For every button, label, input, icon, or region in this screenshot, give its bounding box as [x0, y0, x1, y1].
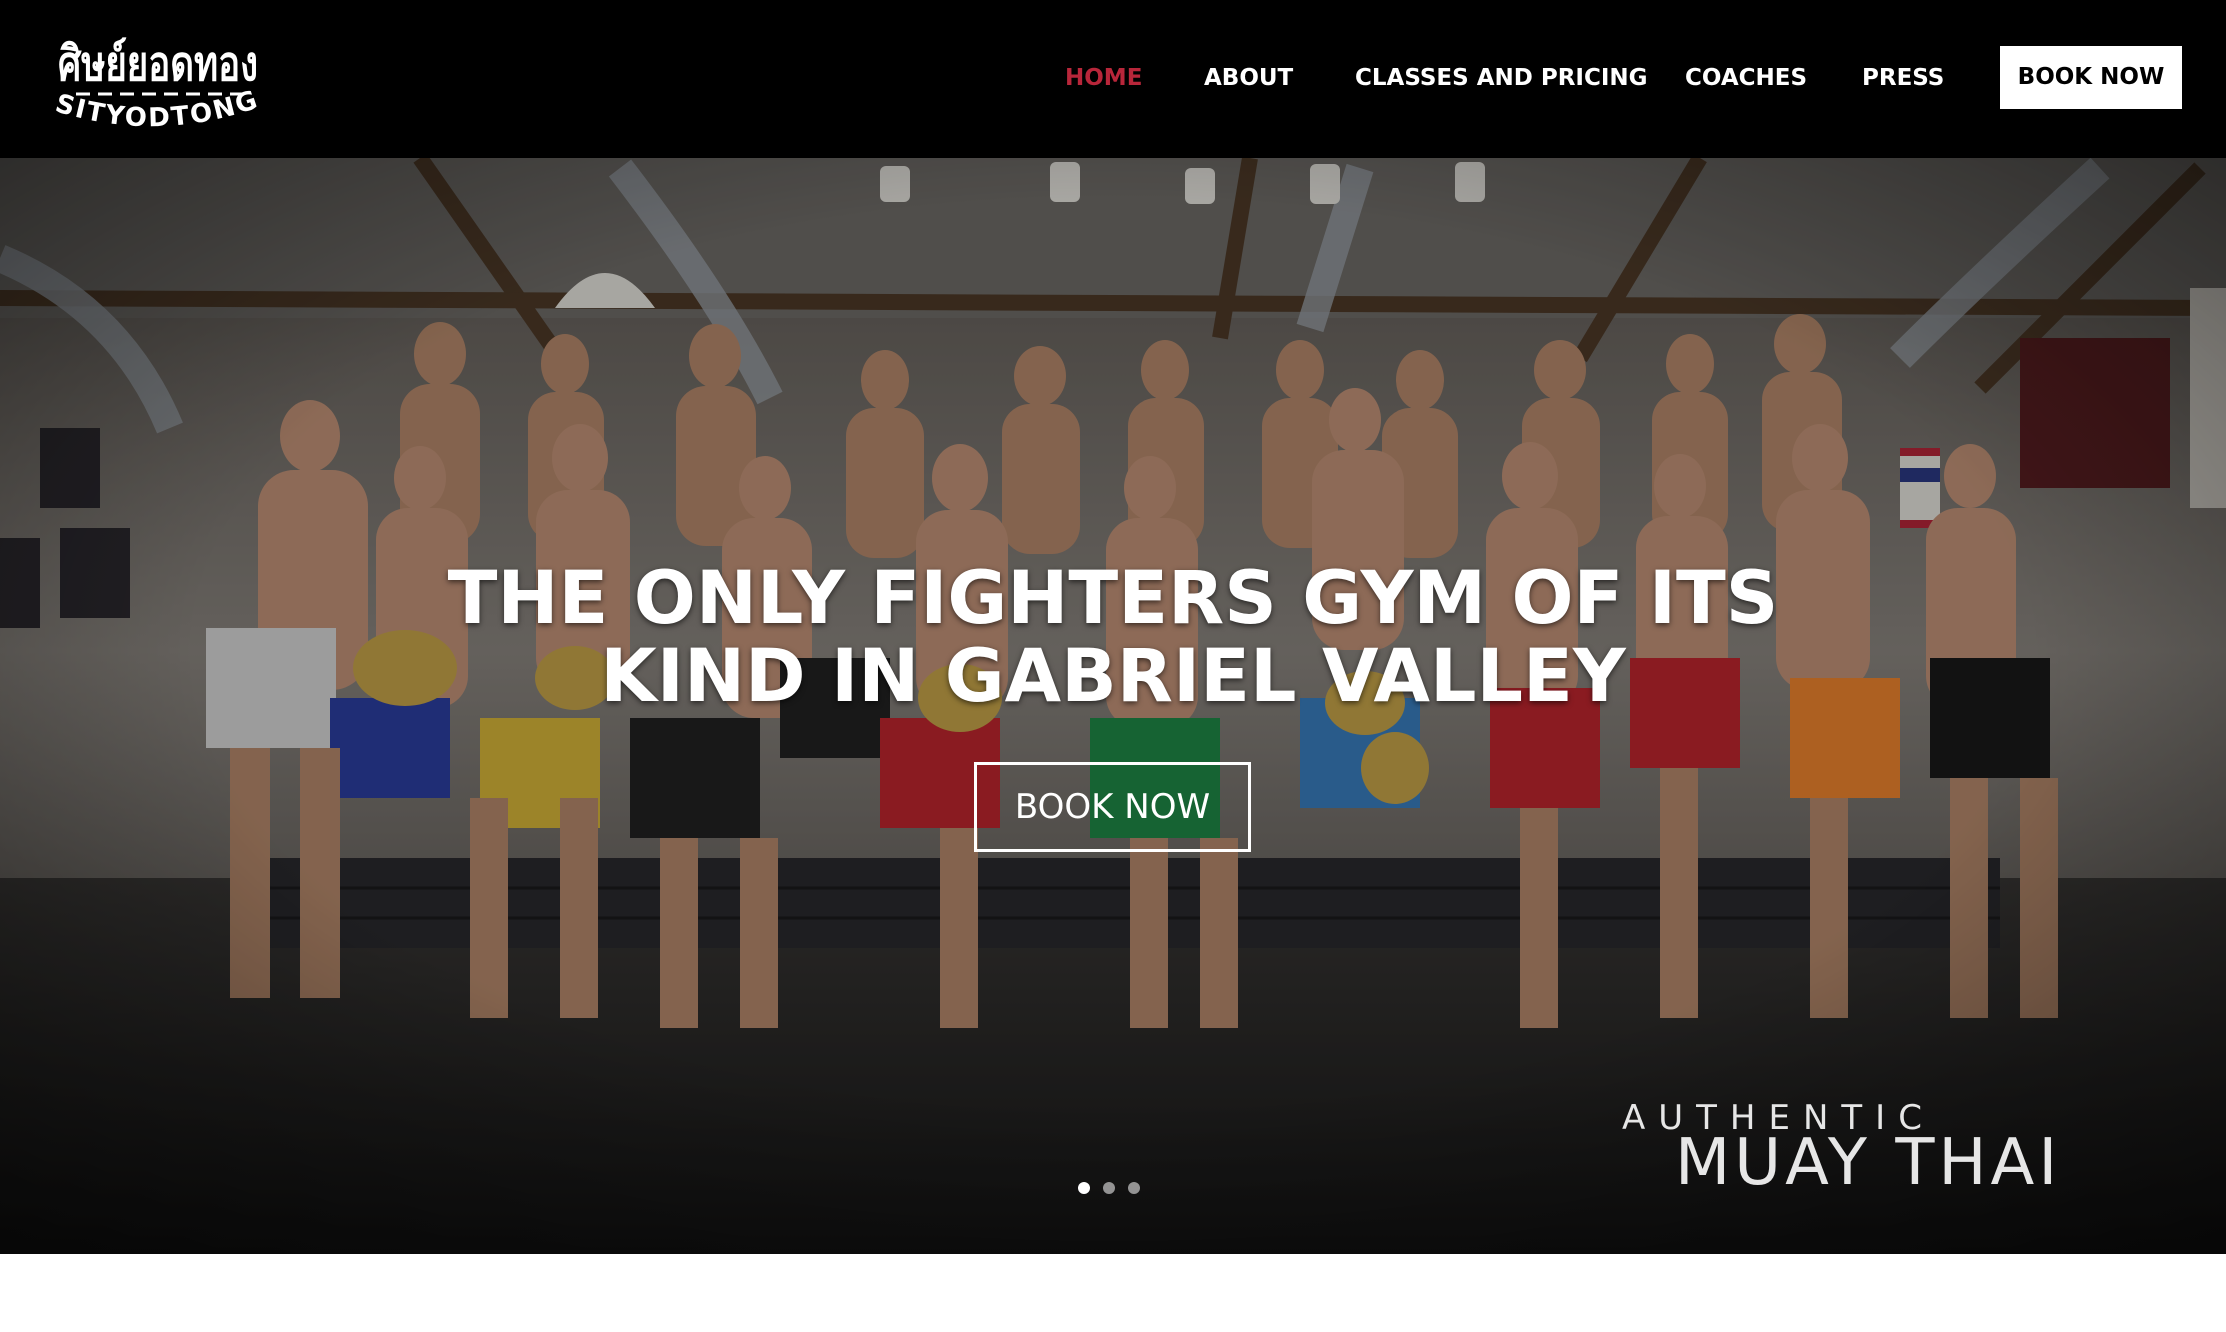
nav-classes-and-pricing[interactable]: CLASSES AND PRICING [1355, 60, 1648, 96]
slider-pagination [1078, 1182, 1148, 1196]
nav-home[interactable]: HOME [1065, 60, 1142, 96]
header-book-now-button[interactable]: BOOK NOW [2000, 46, 2182, 109]
main-nav: HOME ABOUT CLASSES AND PRICING COACHES P… [0, 0, 2226, 158]
site-header: ศิษย์ยอดทอง SITYODTONG HOME ABOUT CLASSE… [0, 0, 2226, 158]
slider-dot-1[interactable] [1078, 1182, 1090, 1194]
watermark-muay-thai: MUAY THAI [1675, 1126, 2062, 1200]
hero-headline-line-2: KIND IN GABRIEL VALLEY [600, 634, 1626, 719]
page: ศิษย์ยอดทอง SITYODTONG HOME ABOUT CLASSE… [0, 0, 2226, 1332]
slider-dot-3[interactable] [1128, 1182, 1140, 1194]
nav-about[interactable]: ABOUT [1204, 60, 1293, 96]
hero-headline: THE ONLY FIGHTERS GYM OF ITS KIND IN GAB… [0, 560, 2226, 716]
hero-headline-line-1: THE ONLY FIGHTERS GYM OF ITS [447, 556, 1779, 641]
slider-dot-2[interactable] [1103, 1182, 1115, 1194]
hero-slider: THE ONLY FIGHTERS GYM OF ITS KIND IN GAB… [0, 158, 2226, 1254]
nav-press[interactable]: PRESS [1862, 60, 1944, 96]
content-below-hero [0, 1254, 2226, 1332]
nav-coaches[interactable]: COACHES [1685, 60, 1807, 96]
hero-book-now-button[interactable]: BOOK NOW [974, 762, 1251, 852]
